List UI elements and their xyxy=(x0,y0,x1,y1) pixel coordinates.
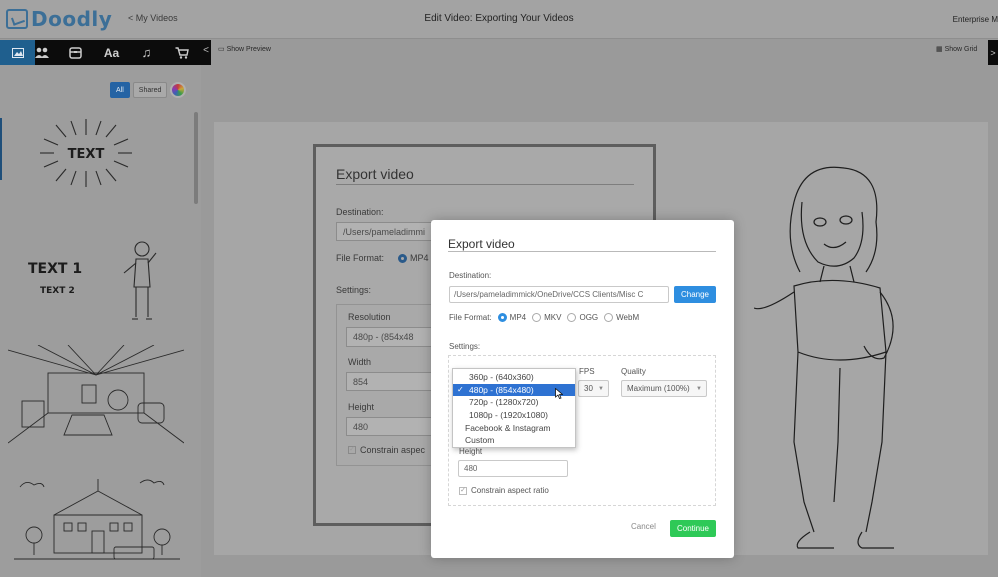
format-mp4-radio[interactable]: MP4 xyxy=(497,313,526,322)
checkbox-checked-icon[interactable]: ✓ xyxy=(459,486,467,495)
modal-divider xyxy=(448,251,716,252)
bg-width-input: 854 xyxy=(346,372,436,391)
constrain-aspect-row[interactable]: ✓ Constrain aspect ratio xyxy=(459,486,549,495)
destination-label: Destination: xyxy=(449,271,492,280)
filter-all-button[interactable]: All xyxy=(110,82,130,98)
constrain-aspect-label: Constrain aspect ratio xyxy=(471,486,549,495)
bg-resolution-label: Resolution xyxy=(348,312,391,322)
resolution-option-1080p[interactable]: 1080p - (1920x1080) xyxy=(453,409,575,422)
text-man-asset[interactable]: TEXT 1 TEXT 2 xyxy=(22,239,162,325)
text-burst-label: TEXT xyxy=(68,147,105,162)
preview-icon: ▭ xyxy=(218,46,227,53)
text-burst-asset[interactable]: TEXT xyxy=(36,117,136,189)
character-woman[interactable] xyxy=(753,162,934,552)
file-format-row: File Format: MP4 MKV OGG WebM xyxy=(449,313,639,322)
bg-dialog-divider xyxy=(336,184,634,185)
top-bar: Doodly < My Videos Edit Video: Exporting… xyxy=(0,0,998,39)
bg-settings-label: Settings: xyxy=(336,285,372,295)
height-label: Height xyxy=(459,447,483,456)
bg-checkbox-icon: ✓ xyxy=(348,446,356,454)
bg-destination-label: Destination: xyxy=(336,207,384,217)
chevron-down-icon: ▼ xyxy=(696,386,702,392)
music-icon[interactable]: ♫ xyxy=(129,40,164,65)
collapse-panel-icon[interactable]: < xyxy=(203,45,209,56)
radio-icon xyxy=(532,313,542,322)
asset-toolbar: Aa ♫ < xyxy=(0,40,211,65)
mouse-cursor-icon xyxy=(555,386,564,404)
cart-icon[interactable] xyxy=(164,40,199,65)
height-input[interactable]: 480 xyxy=(458,460,568,477)
modal-title: Export video xyxy=(448,237,515,251)
format-mkv-radio[interactable]: MKV xyxy=(532,313,561,322)
quality-select[interactable]: Maximum (100%) ▼ xyxy=(621,380,707,397)
bg-dialog-title: Export video xyxy=(336,166,414,182)
text2-label: TEXT 2 xyxy=(40,286,75,296)
asset-library-panel: All Shared TEXT TEXT 1 TEXT 2 xyxy=(0,65,201,577)
characters-icon[interactable] xyxy=(24,40,59,65)
panel-selection-indicator xyxy=(0,118,2,180)
bg-height-label: Height xyxy=(348,402,375,412)
chevron-down-icon: ▼ xyxy=(598,386,604,392)
asset-filters: All Shared xyxy=(110,82,187,98)
props-icon[interactable] xyxy=(58,40,93,65)
panel-scrollbar[interactable] xyxy=(194,112,198,204)
settings-label: Settings: xyxy=(449,342,481,351)
format-ogg-radio[interactable]: OGG xyxy=(567,313,598,322)
cancel-button[interactable]: Cancel xyxy=(631,522,656,531)
bg-file-format-label: File Format: xyxy=(336,253,385,263)
filter-shared-button[interactable]: Shared xyxy=(132,82,168,98)
show-grid-toggle[interactable]: ▦ Show Grid xyxy=(936,45,977,53)
radio-icon xyxy=(567,313,577,322)
bg-height-input: 480 xyxy=(346,417,436,436)
resolution-option-360p[interactable]: 360p - (640x360) xyxy=(453,371,575,384)
school-asset[interactable] xyxy=(14,475,180,565)
continue-button[interactable]: Continue xyxy=(670,520,716,537)
text-icon[interactable]: Aa xyxy=(94,40,129,65)
bg-resolution-select: 480p - (854x48 xyxy=(346,327,436,347)
bg-constrain-row: ✓ Constrain aspec xyxy=(348,445,426,455)
text1-label: TEXT 1 xyxy=(28,261,82,277)
room-asset[interactable] xyxy=(7,344,185,445)
bg-format-mp4: MP4 xyxy=(398,253,429,263)
change-destination-button[interactable]: Change xyxy=(674,286,716,303)
show-preview-toggle[interactable]: ▭ Show Preview xyxy=(218,45,271,53)
color-filter-icon[interactable] xyxy=(170,82,187,98)
checkmark-icon: ✓ xyxy=(457,385,464,395)
fps-label: FPS xyxy=(579,367,595,376)
quality-label: Quality xyxy=(621,367,646,376)
bg-width-label: Width xyxy=(348,357,372,367)
page-title: Edit Video: Exporting Your Videos xyxy=(424,13,574,24)
file-format-label: File Format: xyxy=(449,313,492,322)
grid-icon: ▦ xyxy=(936,46,945,53)
radio-icon xyxy=(604,313,614,322)
resolution-option-facebook[interactable]: Facebook & Instagram xyxy=(453,421,575,434)
destination-input[interactable]: /Users/pameladimmick/OneDrive/CCS Client… xyxy=(449,286,669,303)
format-webm-radio[interactable]: WebM xyxy=(604,313,639,322)
fps-select[interactable]: 30 ▼ xyxy=(578,380,609,397)
resolution-option-custom[interactable]: Custom xyxy=(453,434,575,447)
expand-right-panel-icon[interactable]: > xyxy=(988,40,998,65)
account-menu[interactable]: Enterprise M xyxy=(953,15,998,24)
bg-radio-icon xyxy=(398,253,407,263)
radio-selected-icon xyxy=(497,313,507,322)
resolution-dropdown-list: 360p - (640x360) ✓ 480p - (854x480) 720p … xyxy=(452,368,576,448)
